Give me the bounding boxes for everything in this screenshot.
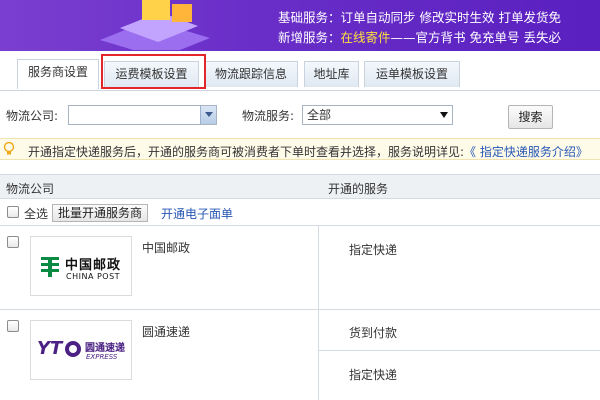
china-post-logo-en: CHINA POST	[66, 272, 121, 281]
yto-logo-cn: 圆通速递	[85, 343, 125, 354]
row-checkbox[interactable]	[7, 320, 19, 332]
search-button[interactable]: 搜索	[508, 105, 553, 129]
service-filter-label: 物流服务:	[242, 109, 295, 123]
promo-banner[interactable]: 基础服务：订单自动同步 修改实时生效 打单发货免 新增服务：在线寄件——官方背书…	[0, 0, 600, 51]
service-select[interactable]: 全部	[302, 105, 453, 125]
notice-bar: 开通指定快递服务后，开通的服务商可被消费者下单时查看并选择，服务说明详见:《 指…	[0, 138, 600, 160]
tab-logistics-tracking[interactable]: 物流跟踪信息	[204, 61, 298, 87]
yto-logo-en: EXPRESS	[86, 353, 118, 361]
china-post-logo-cn: 中国邮政	[65, 258, 122, 273]
banner-line1-prefix: 基础服务：	[278, 10, 341, 25]
column-services: 开通的服务	[328, 182, 389, 196]
banner-text: 基础服务：订单自动同步 修改实时生效 打单发货免 新增服务：在线寄件——官方背书…	[278, 8, 561, 48]
batch-enable-button[interactable]: 批量开通服务商	[52, 204, 149, 222]
service-intro-link[interactable]: 《 指定快递服务介绍》	[464, 145, 588, 159]
table-header: 物流公司 开通的服务	[0, 174, 600, 199]
column-company: 物流公司	[6, 182, 55, 196]
banner-line2-text: ——官方背书 免充单号 丢失必	[390, 30, 561, 45]
service-item: 指定快递	[349, 368, 398, 382]
lightbulb-icon	[3, 142, 15, 155]
service-select-value: 全部	[307, 108, 332, 122]
tab-bar: 服务商设置 运费模板设置 物流跟踪信息 地址库 运单模板设置	[0, 51, 600, 91]
banner-line2-prefix: 新增服务：	[278, 30, 341, 45]
company-select[interactable]	[68, 105, 217, 125]
tab-service-provider[interactable]: 服务商设置	[17, 59, 99, 89]
yto-logo: YT 圆通速递 EXPRESS	[30, 320, 132, 380]
notice-text: 开通指定快递服务后，开通的服务商可被消费者下单时查看并选择，服务说明详见:《 指…	[28, 143, 588, 160]
row-checkbox[interactable]	[7, 236, 19, 248]
banner-illustration	[100, 0, 210, 50]
service-list: 货到付款 指定快递	[318, 310, 600, 400]
service-item: 货到付款	[349, 326, 398, 340]
table-row: YT 圆通速递 EXPRESS 圆通速递 货到付款 指定快递	[0, 310, 600, 400]
company-name: 圆通速递	[142, 325, 191, 339]
select-all-label: 全选	[24, 207, 49, 221]
yto-mark: YT	[37, 338, 63, 359]
chevron-down-icon	[200, 106, 216, 124]
table-row: 中国邮政 CHINA POST 中国邮政 指定快递	[0, 226, 600, 310]
select-all-checkbox[interactable]	[7, 206, 19, 218]
china-post-emblem-icon	[41, 257, 59, 277]
service-item: 指定快递	[349, 243, 398, 257]
tab-waybill-template[interactable]: 运单模板设置	[364, 61, 460, 87]
banner-line2-highlight: 在线寄件	[340, 30, 391, 45]
tab-freight-template[interactable]: 运费模板设置	[104, 61, 199, 87]
service-list: 指定快递	[318, 226, 397, 310]
enable-esheet-link[interactable]: 开通电子面单	[161, 205, 233, 222]
chevron-down-icon	[440, 112, 448, 118]
notice-message: 开通指定快递服务后，开通的服务商可被消费者下单时查看并选择，服务说明详见:	[28, 145, 465, 159]
china-post-logo: 中国邮政 CHINA POST	[30, 236, 132, 296]
service-divider	[319, 350, 600, 351]
yto-emblem-icon	[65, 341, 81, 357]
company-filter-label: 物流公司:	[6, 109, 59, 123]
tab-address-book[interactable]: 地址库	[304, 61, 359, 87]
batch-actions-row: 全选 批量开通服务商 开通电子面单	[0, 200, 600, 226]
banner-line1-text: 订单自动同步 修改实时生效 打单发货免	[340, 10, 561, 25]
company-name: 中国邮政	[142, 241, 191, 255]
